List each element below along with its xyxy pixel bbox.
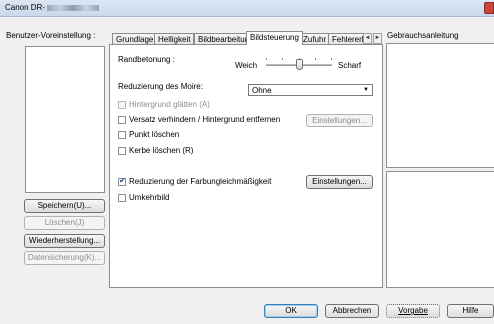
moire-select[interactable]: Ohne ▼ bbox=[248, 84, 373, 96]
notch-remove-label: Kerbe löschen (R) bbox=[129, 146, 194, 155]
cancel-button[interactable]: Abbrechen bbox=[325, 304, 379, 318]
help-panel-label: Gebrauchsanleitung bbox=[387, 31, 459, 40]
bg-smooth-checkbox bbox=[118, 101, 126, 109]
tab-scroll-right-icon[interactable]: ► bbox=[373, 33, 382, 44]
slider-tick bbox=[266, 58, 267, 60]
tab-scroll-left-icon[interactable]: ◄ bbox=[363, 33, 372, 44]
moire-label: Reduzierung des Moire: bbox=[118, 82, 203, 91]
dot-remove-checkbox[interactable] bbox=[118, 131, 126, 139]
moire-selected-value: Ohne bbox=[252, 86, 272, 95]
tab-strip: Grundlage Helligkeit Bildbearbeitung Bil… bbox=[109, 31, 385, 45]
save-profile-button[interactable]: Speichern(U)... bbox=[24, 199, 105, 213]
profiles-list[interactable] bbox=[25, 46, 105, 193]
invert-checkbox[interactable] bbox=[118, 194, 126, 202]
slider-tick bbox=[315, 58, 316, 60]
offset-settings-button: Einstellungen... bbox=[306, 114, 373, 127]
offset-label: Versatz verhindern / Hintergrund entfern… bbox=[129, 115, 281, 124]
help-text-area[interactable] bbox=[386, 43, 494, 168]
invert-label: Umkehrbild bbox=[129, 193, 170, 202]
chevron-down-icon: ▼ bbox=[363, 87, 369, 93]
delete-profile-button: Löschen(J) bbox=[24, 216, 105, 230]
help-preview-area bbox=[386, 171, 494, 288]
title-bar[interactable]: Canon DR- bbox=[0, 0, 494, 17]
edge-emphasis-slider[interactable] bbox=[266, 56, 332, 72]
offset-checkbox[interactable] bbox=[118, 116, 126, 124]
close-icon[interactable] bbox=[484, 2, 494, 14]
window-title: Canon DR- bbox=[5, 3, 100, 12]
defaults-button[interactable]: Vorgabe bbox=[386, 304, 440, 318]
backup-profile-button: Datensicherung(K)... bbox=[24, 251, 105, 265]
color-uniformity-checkbox[interactable]: ✔ bbox=[118, 176, 126, 186]
help-button[interactable]: Hilfe bbox=[447, 304, 494, 318]
slider-tick bbox=[331, 58, 332, 60]
ok-button[interactable]: OK bbox=[264, 304, 318, 318]
edge-emphasis-label: Randbetonung : bbox=[118, 55, 175, 64]
checkmark-icon: ✔ bbox=[119, 176, 126, 185]
tab-bildsteuerung[interactable]: Bildsteuerung bbox=[246, 31, 303, 45]
notch-remove-checkbox[interactable] bbox=[118, 147, 126, 155]
bg-smooth-label: Hintergrund glätten (A) bbox=[129, 100, 210, 109]
edge-min-label: Weich bbox=[235, 61, 258, 70]
dot-remove-label: Punkt löschen bbox=[129, 130, 180, 139]
blurred-model-name bbox=[47, 4, 100, 11]
color-settings-button[interactable]: Einstellungen... bbox=[306, 175, 373, 189]
profiles-label: Benutzer-Voreinstellung : bbox=[6, 31, 96, 40]
slider-thumb[interactable] bbox=[296, 59, 303, 70]
restore-profile-button[interactable]: Wiederherstellung... bbox=[24, 234, 105, 248]
edge-max-label: Scharf bbox=[338, 61, 362, 70]
color-uniformity-label: Reduzierung der Farbungleichmäßigkeit bbox=[129, 177, 272, 186]
slider-tick bbox=[282, 58, 283, 60]
bildsteuerung-panel bbox=[109, 44, 383, 288]
